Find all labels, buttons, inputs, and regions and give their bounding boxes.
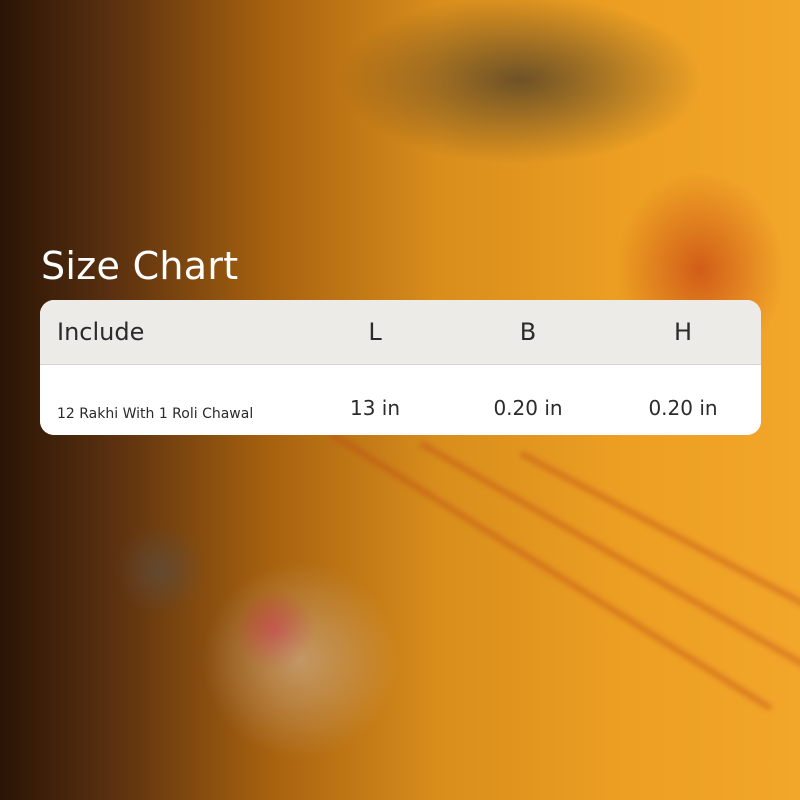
cell-breadth: 0.20 in <box>493 396 563 420</box>
size-chart-title: Size Chart <box>41 244 239 288</box>
table-header-row: Include L B H <box>40 300 761 365</box>
table-row: 12 Rakhi With 1 Roli Chawal 13 in 0.20 i… <box>40 365 761 435</box>
size-table: Include L B H 12 Rakhi With 1 Roli Chawa… <box>40 300 761 435</box>
cell-include: 12 Rakhi With 1 Roli Chawal <box>57 406 254 422</box>
header-height: H <box>673 318 693 346</box>
cell-length: 13 in <box>349 396 401 420</box>
header-length: L <box>368 318 382 346</box>
header-include: Include <box>57 318 145 346</box>
cell-height: 0.20 in <box>648 396 718 420</box>
header-breadth: B <box>519 318 537 346</box>
